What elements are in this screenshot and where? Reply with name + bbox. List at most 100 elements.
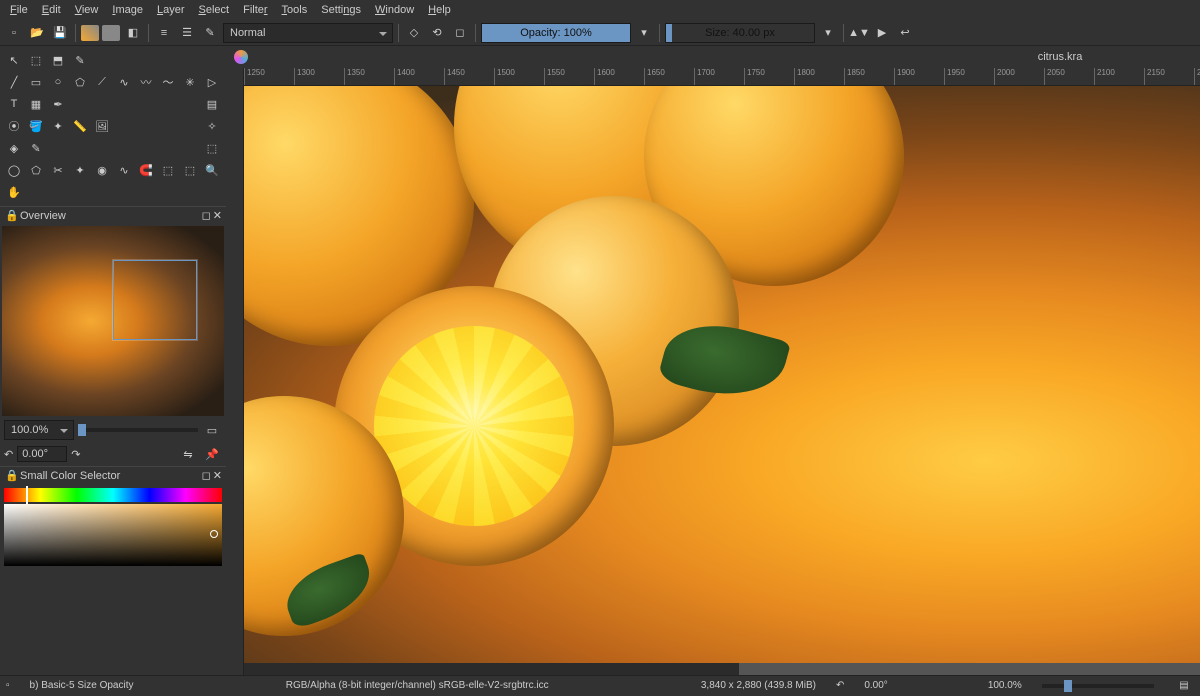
selection-indicator: ▫ — [6, 680, 10, 691]
rotate-left-status[interactable]: ↶ — [836, 680, 844, 691]
polygon-tool[interactable]: ⬠ — [70, 72, 90, 92]
save-button[interactable]: 💾 — [50, 23, 70, 43]
pan-tool[interactable]: ✋ — [4, 182, 24, 202]
close-panel-button[interactable]: ✕ — [213, 209, 222, 222]
color-selector[interactable] — [4, 488, 222, 568]
fill-tool[interactable]: 🪣 — [26, 116, 46, 136]
menu-view[interactable]: View — [69, 2, 105, 18]
pattern-edit-tool[interactable]: ▦ — [26, 94, 46, 114]
gradient-button[interactable] — [81, 25, 99, 41]
left-dock: ↖ ⬚ ⬒ ✎ ╱ ▭ ○ ⬠ ⟋ ∿ 〰 〜 ✳ ▷ T ▦ ✒ ▤ ⦿ 🪣 … — [0, 46, 226, 675]
menu-layer[interactable]: Layer — [151, 2, 191, 18]
horizontal-scrollbar[interactable] — [244, 663, 1200, 675]
brush-preset-button[interactable]: ≡ — [154, 23, 174, 43]
bezier-tool[interactable]: ∿ — [114, 72, 134, 92]
polygon-select-tool[interactable]: ⬠ — [26, 160, 46, 180]
zoom-select[interactable]: 100.0% — [4, 420, 74, 440]
rect-select-tool[interactable]: ⬚ — [202, 138, 222, 158]
select-tool-9[interactable]: ⬚ — [158, 160, 178, 180]
rect-tool[interactable]: ▭ — [26, 72, 46, 92]
freehand-select-tool[interactable]: ✂ — [48, 160, 68, 180]
move-tool[interactable]: ↖ — [4, 50, 24, 70]
ai-tool-1[interactable]: ◈ — [4, 138, 24, 158]
menu-help[interactable]: Help — [422, 2, 457, 18]
reference-tool[interactable]: 🖼 — [92, 116, 112, 136]
canvas[interactable] — [244, 86, 1200, 663]
transform-tool[interactable]: ⬚ — [26, 50, 46, 70]
select-tool-10[interactable]: ⬚ — [180, 160, 200, 180]
polyline-tool[interactable]: ⟋ — [92, 72, 112, 92]
blend-mode-select[interactable]: Normal — [223, 23, 393, 43]
reload-brush-button[interactable]: ⟲ — [427, 23, 447, 43]
sat-val-box[interactable] — [4, 504, 222, 566]
angle-status[interactable]: 0.00° — [864, 680, 887, 691]
edit-shapes-tool[interactable]: ▷ — [202, 72, 222, 92]
zoom-slider[interactable] — [78, 428, 198, 432]
assistant-tool[interactable]: ✦ — [48, 116, 68, 136]
horizontal-ruler: 1250130013501400145015001550160016501700… — [244, 68, 1200, 86]
text-tool[interactable]: T — [4, 94, 24, 114]
float-panel-button[interactable]: ◻ — [202, 209, 211, 222]
menu-image[interactable]: Image — [106, 2, 149, 18]
contiguous-select-tool[interactable]: ✦ — [70, 160, 90, 180]
overview-thumbnail[interactable] — [2, 226, 224, 416]
mirror-h-button[interactable]: ▲▼ — [849, 23, 869, 43]
ellipse-select-tool[interactable]: ◯ — [4, 160, 24, 180]
pattern-button[interactable] — [102, 25, 120, 41]
float-panel-button[interactable]: ◻ — [202, 469, 211, 482]
gradient-tool[interactable]: ▤ — [202, 94, 222, 114]
freehand-tool[interactable]: ✎ — [70, 50, 90, 70]
rotate-right-button[interactable]: ↷ — [71, 448, 80, 461]
menu-tools[interactable]: Tools — [276, 2, 314, 18]
menu-settings[interactable]: Settings — [315, 2, 367, 18]
color-picker-tool[interactable]: ⦿ — [4, 116, 24, 136]
magnetic-select-tool[interactable]: 🧲 — [136, 160, 156, 180]
app-icon — [234, 50, 248, 64]
zoom-status-slider[interactable] — [1042, 684, 1154, 688]
opacity-slider[interactable]: Opacity: 100% — [481, 23, 631, 43]
open-button[interactable]: 📂 — [27, 23, 47, 43]
line-tool[interactable]: ╱ — [4, 72, 24, 92]
fg-bg-button[interactable]: ◧ — [123, 23, 143, 43]
pin-button[interactable]: 📌 — [202, 444, 222, 464]
ellipse-tool[interactable]: ○ — [48, 72, 68, 92]
hue-strip[interactable] — [4, 488, 222, 502]
mirror-v-button[interactable]: ▶ — [872, 23, 892, 43]
document-tab[interactable]: citrus.kra ✕ — [226, 46, 1200, 68]
similar-select-tool[interactable]: ◉ — [92, 160, 112, 180]
bezier-select-tool[interactable]: ∿ — [114, 160, 134, 180]
fit-page-button[interactable]: ▭ — [202, 420, 222, 440]
mirror-view-button[interactable]: ⇋ — [178, 444, 198, 464]
dynamic-brush-tool[interactable]: 〜 — [158, 72, 178, 92]
top-toolbar: ▫ 📂 💾 ◧ ≡ ☰ ✎ Normal ◇ ⟲ ◻ Opacity: 100%… — [0, 20, 1200, 46]
crop-tool[interactable]: ⬒ — [48, 50, 68, 70]
dimensions-label: 3,840 x 2,880 (439.8 MiB) — [701, 680, 816, 691]
smart-patch-tool[interactable]: ✧ — [202, 116, 222, 136]
rotate-left-button[interactable]: ↶ — [4, 448, 13, 461]
brush-editor-button[interactable]: ✎ — [200, 23, 220, 43]
eraser-toggle[interactable]: ◇ — [404, 23, 424, 43]
size-slider[interactable]: Size: 40.00 px — [665, 23, 815, 43]
map-button[interactable]: ▤ — [1174, 676, 1194, 696]
menu-window[interactable]: Window — [369, 2, 420, 18]
ai-tool-2[interactable]: ✎ — [26, 138, 46, 158]
zoom-status[interactable]: 100.0% — [988, 680, 1022, 691]
opacity-step-button[interactable]: ▾ — [634, 23, 654, 43]
freehand-path-tool[interactable]: 〰 — [136, 72, 156, 92]
wrap-button[interactable]: ↩ — [895, 23, 915, 43]
menu-filter[interactable]: Filter — [237, 2, 273, 18]
menu-file[interactable]: File — [4, 2, 34, 18]
multibrush-tool[interactable]: ✳ — [180, 72, 200, 92]
calligraphy-tool[interactable]: ✒ — [48, 94, 68, 114]
brush-settings-button[interactable]: ☰ — [177, 23, 197, 43]
lock-icon: 🔒 — [4, 208, 20, 224]
new-doc-button[interactable]: ▫ — [4, 23, 24, 43]
angle-input[interactable]: 0.00° — [17, 446, 67, 462]
zoom-tool[interactable]: 🔍 — [202, 160, 222, 180]
close-panel-button[interactable]: ✕ — [213, 469, 222, 482]
menu-edit[interactable]: Edit — [36, 2, 67, 18]
size-step-button[interactable]: ▾ — [818, 23, 838, 43]
measure-tool[interactable]: 📏 — [70, 116, 90, 136]
menu-select[interactable]: Select — [193, 2, 236, 18]
alpha-lock-button[interactable]: ◻ — [450, 23, 470, 43]
